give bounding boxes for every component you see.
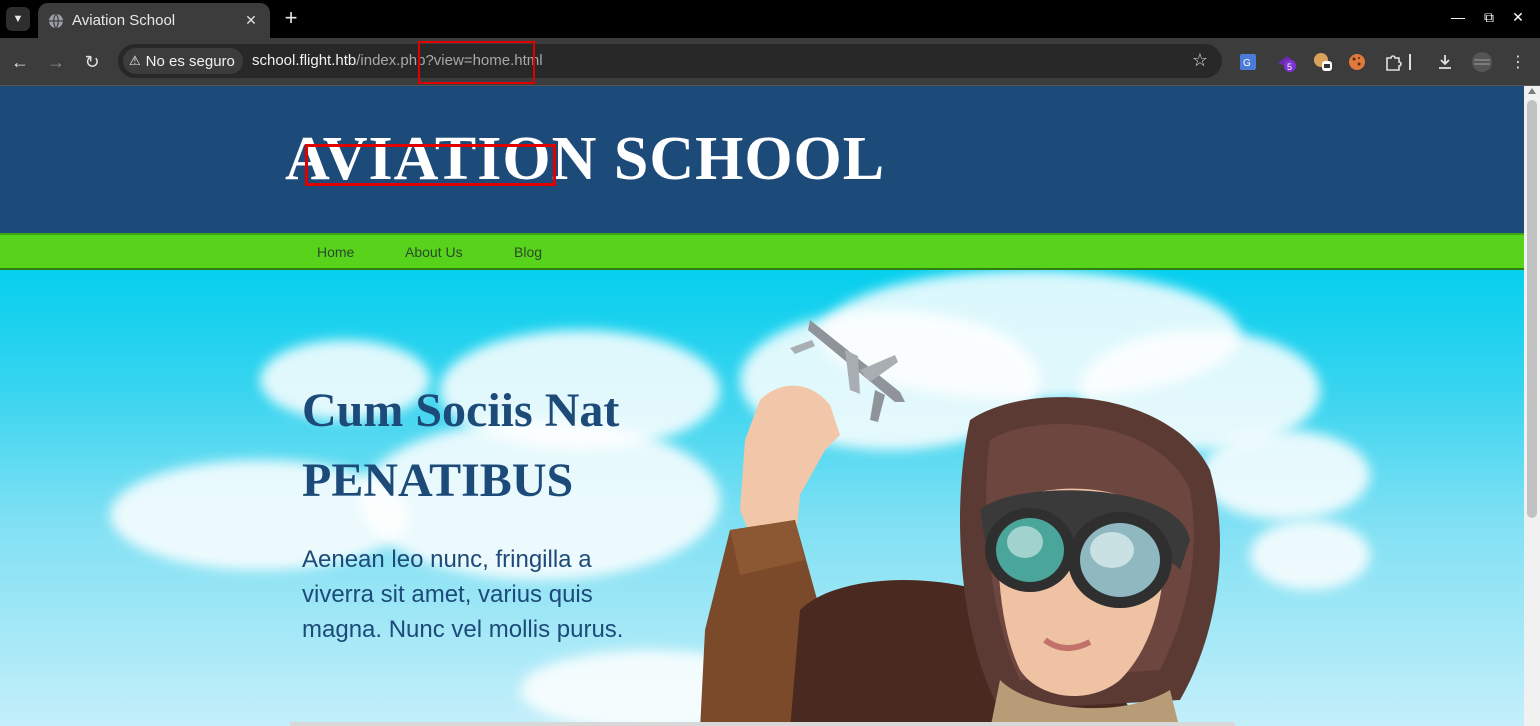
hat-extension-icon[interactable]: 5 bbox=[1276, 51, 1298, 73]
forward-icon[interactable]: → bbox=[44, 50, 68, 74]
extension-badge: 5 bbox=[1287, 62, 1292, 72]
tab-title: Aviation School bbox=[72, 12, 176, 29]
hero-heading-line2: PENATIBUS bbox=[302, 454, 574, 507]
cloud-shape bbox=[1250, 520, 1370, 590]
content-box-edge bbox=[290, 722, 1235, 726]
menu-item-about-us[interactable]: About Us bbox=[405, 244, 463, 260]
menu-annotation-box bbox=[305, 144, 556, 186]
browser-tab-bar: ▼ Aviation School ✕ + — ⧉ ✕ bbox=[0, 0, 1540, 38]
tab-menu-icon[interactable]: ▼ bbox=[6, 7, 30, 31]
web-page: AVIATION SCHOOL Home About Us Blog Cum S… bbox=[0, 86, 1524, 726]
hero-banner: Cum Sociis Nat PENATIBUS Aenean leo nunc… bbox=[0, 270, 1524, 726]
scroll-up-icon[interactable] bbox=[1528, 88, 1536, 94]
menu-item-home[interactable]: Home bbox=[317, 244, 354, 260]
security-label: No es seguro bbox=[145, 52, 235, 70]
browser-tab[interactable]: Aviation School ✕ bbox=[38, 3, 270, 38]
hero-heading-line1: Cum Sociis Nat bbox=[302, 384, 620, 437]
profile-icon[interactable] bbox=[1471, 51, 1493, 73]
star-icon[interactable]: ☆ bbox=[1192, 50, 1208, 71]
toolbar-divider bbox=[1408, 51, 1412, 73]
scrollbar-thumb[interactable] bbox=[1527, 100, 1537, 518]
download-icon[interactable] bbox=[1434, 51, 1456, 73]
menu-item-blog[interactable]: Blog bbox=[514, 244, 542, 260]
reload-icon[interactable]: ↻ bbox=[80, 50, 104, 74]
url-annotation-box bbox=[418, 41, 535, 84]
site-header: AVIATION SCHOOL bbox=[0, 86, 1524, 233]
cookie-manager-icon[interactable] bbox=[1312, 51, 1334, 73]
svg-text:G: G bbox=[1243, 58, 1251, 69]
restore-icon[interactable]: ⧉ bbox=[1479, 9, 1499, 29]
translate-extension-icon[interactable]: G bbox=[1237, 51, 1259, 73]
hero-text: Aenean leo nunc, fringilla a viverra sit… bbox=[302, 546, 624, 643]
puzzle-icon[interactable] bbox=[1382, 51, 1404, 73]
minimize-icon[interactable]: — bbox=[1448, 9, 1468, 29]
page-scrollbar[interactable] bbox=[1524, 86, 1540, 726]
cookie-icon[interactable] bbox=[1346, 51, 1368, 73]
warning-icon: ⚠ bbox=[129, 53, 141, 68]
security-chip[interactable]: ⚠ No es seguro bbox=[123, 48, 243, 74]
hero-heading: Cum Sociis Nat PENATIBUS bbox=[302, 376, 722, 516]
browser-toolbar: ← → ↻ ⚠ No es seguro school.flight.htb/i… bbox=[0, 38, 1540, 86]
pilot-child-image bbox=[700, 320, 1220, 726]
back-icon[interactable]: ← bbox=[8, 50, 32, 74]
plus-icon[interactable]: + bbox=[280, 7, 302, 30]
close-icon[interactable]: ✕ bbox=[242, 12, 260, 30]
url-host: school.flight.htb bbox=[252, 52, 357, 69]
globe-icon bbox=[49, 13, 63, 28]
address-bar[interactable]: ⚠ No es seguro school.flight.htb/index.p… bbox=[118, 44, 1222, 78]
window-close-icon[interactable]: ✕ bbox=[1508, 9, 1528, 29]
main-menu: Home About Us Blog bbox=[0, 233, 1524, 270]
more-icon[interactable]: ⋮ bbox=[1507, 51, 1529, 73]
